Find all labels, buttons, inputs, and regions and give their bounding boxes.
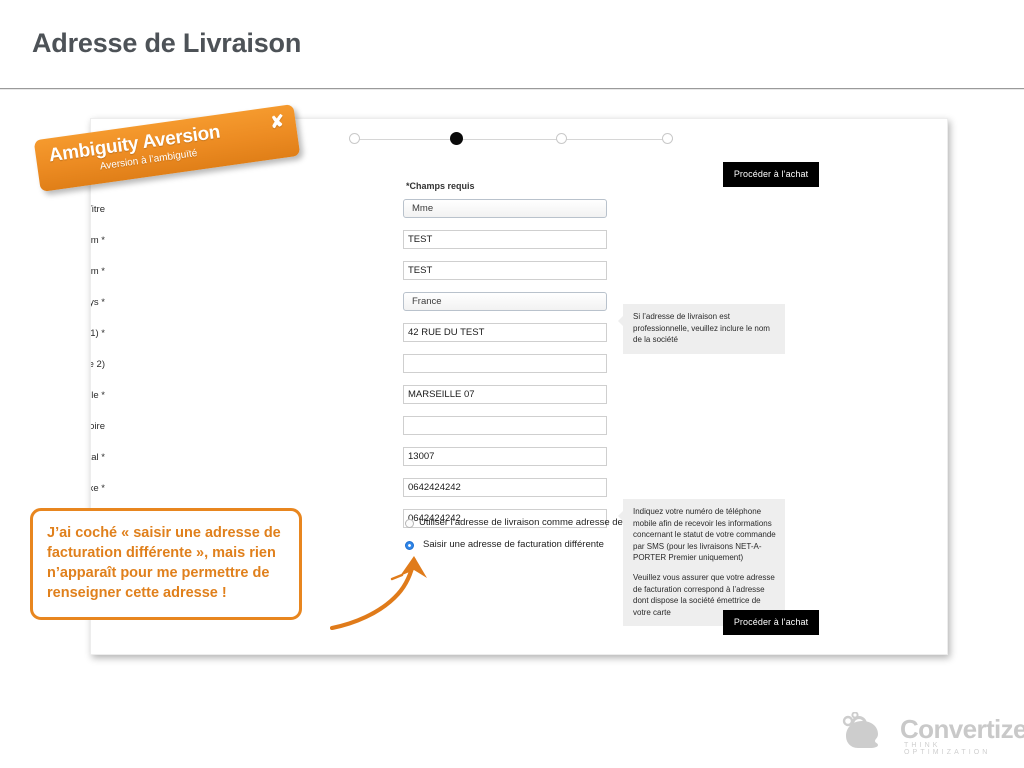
tooltip-address-paragraph: Si l’adresse de livraison est profession…	[633, 312, 770, 345]
user-complaint-callout: J’ai coché « saisir une adresse de factu…	[30, 508, 302, 620]
label-adresse-ligne-2: Adresse (ligne 2)	[91, 359, 105, 370]
stepper-dot-3[interactable]	[556, 133, 567, 144]
label-province-territoire: Province/Territoire	[91, 421, 105, 432]
logo-tagline: THINK OPTIMIZATION	[904, 742, 991, 756]
slide-root: Adresse de Livraison Procéder à l’achat …	[0, 0, 1024, 768]
label-titre: Titre	[91, 204, 105, 215]
form-row-adresse-2: Adresse (ligne 2)	[91, 354, 731, 385]
form-row-titre: Titre Mme	[91, 199, 731, 230]
tooltip-phone-billing: Indiquez votre numéro de téléphone mobil…	[618, 499, 785, 627]
input-adresse-ligne-2[interactable]	[403, 354, 607, 373]
label-ville: Ville *	[90, 390, 105, 401]
label-ligne-fixe: Ligne fixe *	[91, 483, 105, 494]
form-row-nom: Nom * TEST	[91, 261, 731, 292]
callout-text: J’ai coché « saisir une adresse de factu…	[47, 525, 281, 601]
stepper-track	[355, 139, 673, 140]
input-code-postal[interactable]: 13007	[403, 447, 607, 466]
checkout-progress-stepper	[349, 129, 679, 151]
required-fields-note: *Champs requis	[406, 181, 475, 191]
convertize-logo: Convertize THINK OPTIMIZATION	[838, 711, 1024, 756]
select-titre[interactable]: Mme	[403, 199, 607, 218]
label-code-postal: Code postal *	[91, 452, 105, 463]
logo-wordmark: Convertize	[900, 714, 1024, 744]
input-ville[interactable]: MARSEILLE 07	[403, 385, 607, 404]
form-row-province: Province/Territoire	[91, 416, 731, 447]
stepper-dot-1[interactable]	[349, 133, 360, 144]
form-row-code-postal: Code postal * 13007	[91, 447, 731, 478]
input-prenom[interactable]: TEST	[403, 230, 607, 249]
stepper-dot-4[interactable]	[662, 133, 673, 144]
input-ligne-fixe[interactable]: 0642424242	[403, 478, 607, 497]
checkout-button-bottom[interactable]: Procéder à l’achat	[723, 610, 819, 635]
input-adresse-ligne-1[interactable]: 42 RUE DU TEST	[403, 323, 607, 342]
radio-icon-unselected[interactable]	[405, 519, 414, 528]
tooltip-address-company: Si l’adresse de livraison est profession…	[618, 304, 785, 354]
cross-mark-icon: ✘	[268, 111, 286, 133]
label-pays: Pays *	[90, 297, 105, 308]
form-row-ville: Ville * MARSEILLE 07	[91, 385, 731, 416]
form-row-prenom: Prénom * TEST	[91, 230, 731, 261]
tooltip-phone-paragraph: Indiquez votre numéro de téléphone mobil…	[633, 507, 776, 563]
checkout-button-top[interactable]: Procéder à l’achat	[723, 162, 819, 187]
select-pays[interactable]: France	[403, 292, 607, 311]
head-with-gears-icon	[842, 711, 878, 748]
input-province-territoire[interactable]	[403, 416, 607, 435]
label-nom: Nom *	[90, 266, 105, 277]
label-prenom: Prénom *	[90, 235, 105, 246]
input-nom[interactable]: TEST	[403, 261, 607, 280]
shipping-address-form: Titre Mme Prénom * TEST Nom * TEST Pays …	[91, 199, 731, 540]
handdrawn-arrow-icon	[330, 556, 427, 630]
header-divider	[0, 88, 1024, 90]
page-title: Adresse de Livraison	[32, 28, 302, 58]
label-adresse-ligne-1: Adresse (ligne 1) *	[90, 328, 105, 339]
stepper-dot-2[interactable]	[450, 132, 463, 145]
